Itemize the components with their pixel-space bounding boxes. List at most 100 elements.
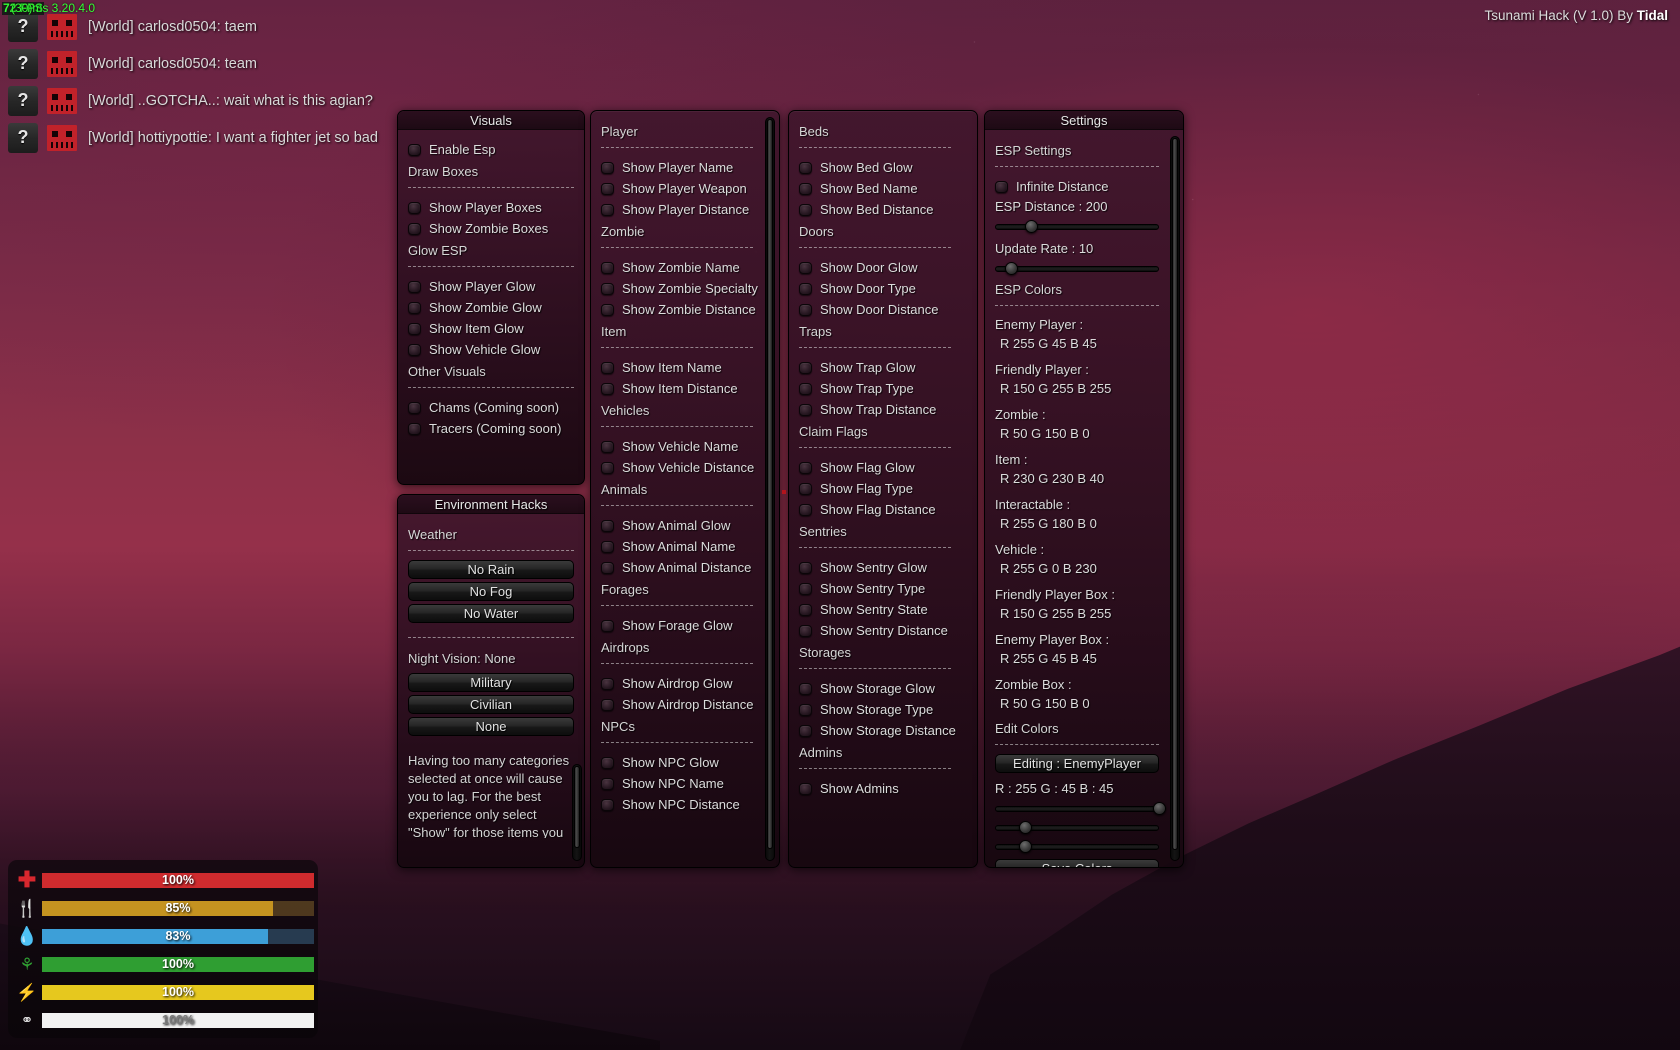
toggle-row-chams-coming-soon[interactable]: Chams (Coming soon) xyxy=(408,397,574,418)
panel-visuals[interactable]: Visuals Enable Esp Draw Boxes Show Player … xyxy=(397,110,585,485)
toggle-row-show-animal-name[interactable]: Show Animal Name xyxy=(601,536,753,557)
toggle-checkbox[interactable] xyxy=(799,303,812,316)
toggle-row-show-storage-glow[interactable]: Show Storage Glow xyxy=(799,678,951,699)
toggle-row-show-sentry-state[interactable]: Show Sentry State xyxy=(799,599,951,620)
toggle-checkbox[interactable] xyxy=(799,361,812,374)
toggle-row-show-vehicle-glow[interactable]: Show Vehicle Glow xyxy=(408,339,574,360)
blue-channel-slider[interactable] xyxy=(995,840,1159,853)
toggle-row-show-item-name[interactable]: Show Item Name xyxy=(601,357,753,378)
toggle-checkbox[interactable] xyxy=(799,603,812,616)
toggle-row-show-flag-type[interactable]: Show Flag Type xyxy=(799,478,951,499)
update-rate-slider[interactable] xyxy=(995,262,1159,275)
toggle-checkbox[interactable] xyxy=(799,624,812,637)
toggle-row-show-animal-distance[interactable]: Show Animal Distance xyxy=(601,557,753,578)
toggle-row-show-trap-glow[interactable]: Show Trap Glow xyxy=(799,357,951,378)
toggle-row-infinite-distance[interactable]: Infinite Distance xyxy=(995,176,1159,197)
toggle-checkbox[interactable] xyxy=(408,201,421,214)
slider-knob[interactable] xyxy=(1018,821,1032,834)
toggle-row-show-item-glow[interactable]: Show Item Glow xyxy=(408,318,574,339)
toggle-checkbox[interactable] xyxy=(995,180,1008,193)
red-channel-slider[interactable] xyxy=(995,802,1166,815)
toggle-row-show-bed-distance[interactable]: Show Bed Distance xyxy=(799,199,951,220)
toggle-checkbox[interactable] xyxy=(601,382,614,395)
toggle-row-show-item-distance[interactable]: Show Item Distance xyxy=(601,378,753,399)
toggle-checkbox[interactable] xyxy=(601,756,614,769)
slider-knob[interactable] xyxy=(1153,802,1166,815)
slider-track[interactable] xyxy=(995,224,1159,230)
toggle-checkbox[interactable] xyxy=(799,703,812,716)
toggle-checkbox[interactable] xyxy=(799,503,812,516)
toggle-checkbox[interactable] xyxy=(601,777,614,790)
toggle-checkbox[interactable] xyxy=(799,161,812,174)
green-channel-slider[interactable] xyxy=(995,821,1159,834)
save-colors-button[interactable]: Save Colors xyxy=(995,859,1159,867)
toggle-checkbox[interactable] xyxy=(601,519,614,532)
toggle-checkbox[interactable] xyxy=(799,403,812,416)
toggle-row-show-trap-distance[interactable]: Show Trap Distance xyxy=(799,399,951,420)
toggle-row-show-door-distance[interactable]: Show Door Distance xyxy=(799,299,951,320)
toggle-checkbox[interactable] xyxy=(799,261,812,274)
toggle-row-show-flag-glow[interactable]: Show Flag Glow xyxy=(799,457,951,478)
settings-scrollbar[interactable] xyxy=(1170,136,1180,861)
toggle-checkbox[interactable] xyxy=(601,677,614,690)
weather-button-no-water[interactable]: No Water xyxy=(408,604,574,623)
toggle-row-show-flag-distance[interactable]: Show Flag Distance xyxy=(799,499,951,520)
slider-track[interactable] xyxy=(995,806,1159,812)
slider-knob[interactable] xyxy=(1018,840,1032,853)
esp-distance-slider[interactable] xyxy=(995,220,1159,233)
toggle-checkbox[interactable] xyxy=(408,322,421,335)
toggle-row-show-sentry-type[interactable]: Show Sentry Type xyxy=(799,578,951,599)
toggle-checkbox[interactable] xyxy=(799,203,812,216)
toggle-checkbox[interactable] xyxy=(601,182,614,195)
toggle-checkbox[interactable] xyxy=(601,540,614,553)
toggle-row-show-forage-glow[interactable]: Show Forage Glow xyxy=(601,615,753,636)
toggle-checkbox[interactable] xyxy=(799,582,812,595)
toggle-row-tracers-coming-soon[interactable]: Tracers (Coming soon) xyxy=(408,418,574,439)
toggle-checkbox[interactable] xyxy=(799,482,812,495)
toggle-row-show-npc-distance[interactable]: Show NPC Distance xyxy=(601,794,753,815)
toggle-checkbox[interactable] xyxy=(408,343,421,356)
toggle-row-show-vehicle-name[interactable]: Show Vehicle Name xyxy=(601,436,753,457)
toggle-checkbox[interactable] xyxy=(601,282,614,295)
toggle-row-show-bed-glow[interactable]: Show Bed Glow xyxy=(799,157,951,178)
toggle-checkbox[interactable] xyxy=(408,422,421,435)
toggle-checkbox[interactable] xyxy=(408,222,421,235)
toggle-row-show-player-distance[interactable]: Show Player Distance xyxy=(601,199,753,220)
toggle-checkbox[interactable] xyxy=(601,440,614,453)
toggle-checkbox[interactable] xyxy=(601,361,614,374)
toggle-checkbox[interactable] xyxy=(601,303,614,316)
toggle-checkbox[interactable] xyxy=(799,461,812,474)
toggle-checkbox[interactable] xyxy=(799,682,812,695)
toggle-row-show-zombie-boxes[interactable]: Show Zombie Boxes xyxy=(408,218,574,239)
esp-entities-scroll-thumb[interactable] xyxy=(767,119,773,849)
toggle-checkbox[interactable] xyxy=(601,619,614,632)
slider-track[interactable] xyxy=(995,266,1159,272)
toggle-checkbox[interactable] xyxy=(799,382,812,395)
toggle-checkbox[interactable] xyxy=(601,698,614,711)
toggle-checkbox[interactable] xyxy=(799,561,812,574)
toggle-row-show-player-boxes[interactable]: Show Player Boxes xyxy=(408,197,574,218)
toggle-checkbox[interactable] xyxy=(601,798,614,811)
toggle-row-show-door-glow[interactable]: Show Door Glow xyxy=(799,257,951,278)
toggle-checkbox[interactable] xyxy=(799,282,812,295)
toggle-checkbox[interactable] xyxy=(799,182,812,195)
toggle-row-show-storage-distance[interactable]: Show Storage Distance xyxy=(799,720,956,741)
panel-settings[interactable]: Settings ESP Settings Infinite Distance ES… xyxy=(984,110,1184,868)
toggle-row-show-vehicle-distance[interactable]: Show Vehicle Distance xyxy=(601,457,754,478)
toggle-checkbox[interactable] xyxy=(601,561,614,574)
panel-environment-hacks[interactable]: Environment Hacks Weather No Rain No Fog No… xyxy=(397,494,585,868)
toggle-checkbox[interactable] xyxy=(601,161,614,174)
panel-esp-entities[interactable]: Player Show Player Name Show Player Weapon… xyxy=(590,110,780,868)
toggle-row-show-bed-name[interactable]: Show Bed Name xyxy=(799,178,951,199)
toggle-row-show-npc-name[interactable]: Show NPC Name xyxy=(601,773,753,794)
toggle-row-show-trap-type[interactable]: Show Trap Type xyxy=(799,378,951,399)
toggle-checkbox[interactable] xyxy=(799,782,812,795)
toggle-checkbox[interactable] xyxy=(408,280,421,293)
toggle-row-show-sentry-glow[interactable]: Show Sentry Glow xyxy=(799,557,951,578)
settings-scroll-thumb[interactable] xyxy=(1172,138,1178,850)
toggle-checkbox[interactable] xyxy=(799,724,812,737)
toggle-row-show-zombie-distance[interactable]: Show Zombie Distance xyxy=(601,299,756,320)
toggle-checkbox[interactable] xyxy=(408,301,421,314)
toggle-row-show-zombie-name[interactable]: Show Zombie Name xyxy=(601,257,753,278)
toggle-row-show-admins[interactable]: Show Admins xyxy=(799,778,951,799)
